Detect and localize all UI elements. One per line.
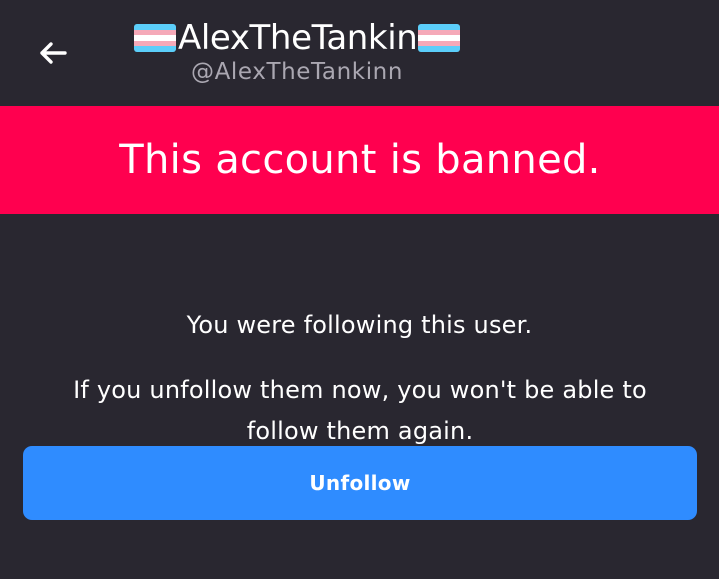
profile-name-row: AlexTheTankin bbox=[134, 14, 461, 62]
banned-profile-screen: AlexTheTankin @AlexTheTankinn This accou… bbox=[0, 0, 719, 579]
transgender-flag-icon bbox=[134, 24, 176, 52]
transgender-flag-icon bbox=[418, 24, 461, 52]
following-status-text: You were following this user. bbox=[186, 311, 533, 339]
unfollow-button[interactable]: Unfollow bbox=[23, 446, 697, 520]
banned-message: This account is banned. bbox=[119, 137, 601, 183]
unfollow-notice: You were following this user. If you unf… bbox=[0, 214, 719, 579]
back-button[interactable] bbox=[30, 30, 76, 76]
profile-display-name: AlexTheTankin bbox=[178, 18, 418, 58]
account-banned-banner: This account is banned. bbox=[0, 106, 719, 214]
profile-header: AlexTheTankin @AlexTheTankinn bbox=[0, 0, 719, 106]
arrow-left-icon bbox=[40, 42, 67, 64]
unfollow-warning-text: If you unfollow them now, you won't be a… bbox=[73, 376, 647, 445]
profile-handle: @AlexTheTankinn bbox=[191, 59, 404, 85]
